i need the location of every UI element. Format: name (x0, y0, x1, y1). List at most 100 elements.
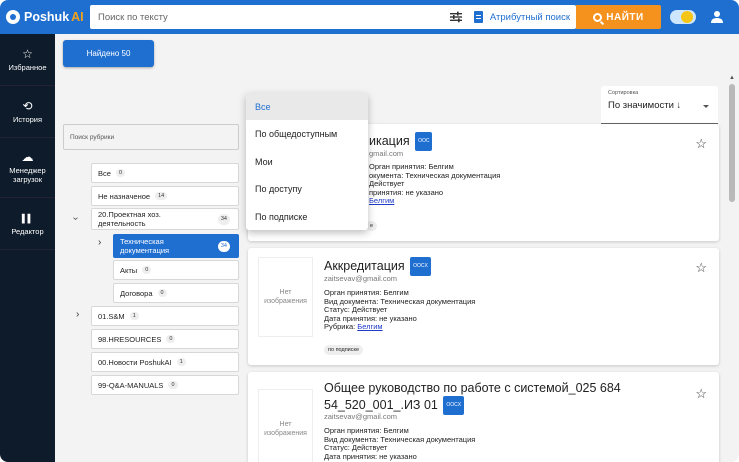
rubric-link[interactable]: Белгим (357, 322, 382, 331)
favorite-star-icon[interactable]: ☆ (695, 260, 707, 276)
no-image-placeholder: Нет изображения (258, 389, 313, 462)
dropdown-option-mine[interactable]: Мои (246, 148, 368, 175)
tree-item-news[interactable]: 00.Новости PoshukAI 1 (91, 352, 239, 372)
scroll-up-arrow-icon[interactable]: ▲ (729, 75, 735, 81)
tree-item-label: Не назначеное (98, 191, 151, 201)
tree-item-qa-manuals[interactable]: 99-Q&A-MANUALS 0 (91, 375, 239, 395)
card-meta: Орган принятия: Белгим Вид документа: Те… (324, 426, 475, 461)
found-count-button[interactable]: Найдено 50 (63, 40, 154, 67)
sort-label: Сортировка (608, 90, 639, 96)
card-title-text: Общее руководство по работе с системой_0… (324, 381, 621, 412)
sidebar-item-favorites[interactable]: ☆ Избранное (0, 34, 55, 86)
favorite-star-icon[interactable]: ☆ (695, 136, 707, 152)
brand-name-ai: AI (71, 10, 84, 24)
sidebar-item-editor[interactable]: ▌▌ Редактор (0, 198, 55, 250)
search-icon (593, 12, 603, 22)
filter-dropdown-menu: Все По общедоступным Мои По доступу По п… (246, 93, 368, 230)
tree-item-acts[interactable]: Акты 0 (113, 260, 239, 280)
card-meta: Орган принятия: Белгим окумента: Техниче… (369, 162, 500, 206)
attribute-search-label: Атрибутный поиск (489, 11, 570, 23)
search-input[interactable]: Поиск по тексту (90, 12, 450, 23)
count-badge: 1 (129, 312, 139, 320)
count-badge: 0 (142, 266, 152, 274)
tree-item-label: 20.Проектная хоз. деятельность (98, 210, 161, 228)
card-title-text: икация (369, 133, 410, 148)
app-window: Poshuk AI Поиск по тексту Атрибутный поис… (0, 0, 739, 462)
scrollbar-thumb[interactable] (729, 84, 735, 202)
count-badge: 34 (217, 240, 230, 252)
sort-select[interactable]: Сортировка По значимости ↓ (601, 86, 718, 124)
favorite-star-icon[interactable]: ☆ (695, 386, 707, 402)
sidebar-item-label: История (12, 114, 43, 124)
sidebar: ☆ Избранное ⟲ История ☁ Менеджер загрузо… (0, 34, 55, 462)
dropdown-option-public[interactable]: По общедоступным (246, 120, 368, 147)
rubric-label: Рубрика: (324, 322, 358, 331)
result-card[interactable]: Нет изображения Общее руководство по раб… (248, 372, 719, 462)
chevron-right-icon[interactable]: › (76, 309, 79, 320)
tree-item-contracts[interactable]: Договора 0 (113, 283, 239, 303)
tree-item-hresources[interactable]: 98.HRESOURCES 0 (91, 329, 239, 349)
dropdown-option-access[interactable]: По доступу (246, 175, 368, 202)
count-badge: 34 (217, 213, 230, 225)
tree-item-sm[interactable]: 01.S&M 1 (91, 306, 239, 326)
meta-line: Дата принятия: не указано (324, 451, 417, 461)
tree-item-label: 99-Q&A-MANUALS (98, 380, 164, 390)
count-badge: 0 (166, 335, 176, 343)
sidebar-item-label: Избранное (8, 62, 47, 72)
tree-item-label: 00.Новости PoshukAI (98, 357, 172, 367)
count-badge: 0 (168, 381, 178, 389)
card-title-text: Аккредитация (324, 258, 405, 273)
tree-item-label: Акты (120, 265, 138, 275)
rubric-link[interactable]: Белгим (369, 196, 394, 205)
theme-toggle[interactable] (670, 10, 696, 24)
chevron-right-icon[interactable]: › (98, 237, 101, 248)
tree-item-technical-docs[interactable]: Техническая документация 34 (113, 234, 239, 258)
count-badge: 0 (115, 169, 125, 177)
sidebar-item-upload-manager[interactable]: ☁ Менеджер загрузок (0, 138, 55, 198)
type-badge: OOCX (410, 257, 431, 276)
tree-item-label: Техническая документация (120, 237, 170, 255)
scrollbar[interactable]: ▲ (728, 73, 736, 462)
sidebar-item-history[interactable]: ⟲ История (0, 86, 55, 138)
user-icon[interactable] (711, 10, 723, 24)
filter-settings-icon[interactable] (449, 11, 462, 23)
tree-item-project-activity[interactable]: 20.Проектная хоз. деятельность 34 (91, 208, 239, 230)
no-image-placeholder: Нет изображения (258, 257, 313, 337)
tree-item-label: Договора (120, 288, 153, 298)
sidebar-item-label: Редактор (11, 226, 44, 236)
cloud-upload-icon: ☁ (21, 150, 34, 164)
search-bar[interactable]: Поиск по тексту Атрибутный поиск (90, 5, 576, 29)
count-badge: 0 (157, 289, 167, 297)
chevron-down-icon[interactable]: › (70, 217, 81, 220)
result-card[interactable]: Нет изображения Аккредитация OOCX zaitse… (248, 248, 719, 365)
caret-down-icon (703, 105, 709, 108)
tree-item-label: 98.HRESOURCES (98, 334, 162, 344)
attribute-search-button[interactable]: Атрибутный поиск (473, 11, 570, 23)
star-icon: ☆ (22, 46, 33, 61)
find-button-label: НАЙТИ (606, 11, 644, 23)
brand-logo[interactable]: Poshuk AI (6, 7, 86, 27)
document-icon (473, 11, 483, 23)
sort-value: По значимости ↓ (608, 100, 682, 111)
card-title[interactable]: Общее руководство по работе с системой_0… (324, 381, 686, 415)
rubric-search-input[interactable]: Поиск рубрики (63, 124, 239, 150)
find-button[interactable]: НАЙТИ (576, 5, 661, 29)
card-email: zaitsevav@gmail.com (324, 274, 398, 283)
type-badge: OOCX (443, 396, 465, 415)
dropdown-option-all[interactable]: Все (246, 93, 368, 120)
logo-mark-icon (6, 10, 20, 24)
dropdown-option-subscription[interactable]: По подписке (246, 203, 368, 230)
tree-item-label: Все (98, 168, 111, 178)
card-email: gmail.com (369, 149, 404, 158)
tree-item-label: 01.S&M (98, 311, 125, 321)
editor-icon: ▌▌ (21, 213, 34, 223)
card-meta: Орган принятия: Белгим Вид документа: Те… (324, 288, 475, 332)
sidebar-item-label: Менеджер загрузок (9, 166, 46, 184)
toggle-knob (681, 11, 693, 23)
count-badge: 1 (176, 358, 186, 366)
type-badge: OOC (415, 132, 433, 151)
brand-name: Poshuk (24, 10, 70, 24)
tree-item-all[interactable]: Все 0 (91, 163, 239, 183)
count-badge: 14 (155, 192, 168, 200)
tree-item-unassigned[interactable]: Не назначеное 14 (91, 186, 239, 206)
